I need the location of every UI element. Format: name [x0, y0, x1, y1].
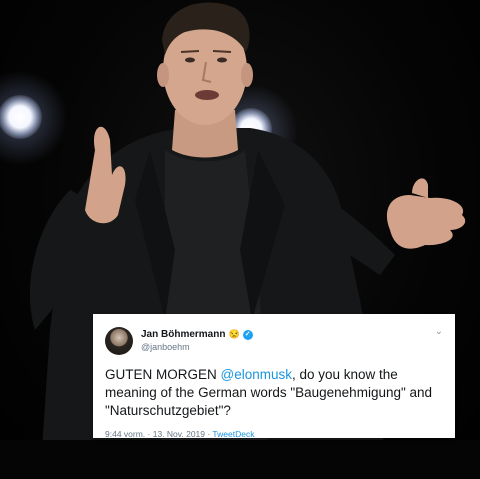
- tweet-date[interactable]: 13. Nov. 2019: [153, 429, 205, 439]
- photo-background: Jan Böhmermann 😒 ✓ @janboehm ⌄ GUTEN MOR…: [0, 0, 480, 479]
- tweet-time[interactable]: 9:44 vorm.: [105, 429, 145, 439]
- avatar[interactable]: [105, 327, 133, 355]
- tweet-text: GUTEN MORGEN @elonmusk, do you know the …: [105, 366, 443, 420]
- tweet-card[interactable]: Jan Böhmermann 😒 ✓ @janboehm ⌄ GUTEN MOR…: [93, 314, 455, 439]
- verified-badge-icon: ✓: [242, 329, 253, 340]
- mention-link[interactable]: @elonmusk: [221, 367, 292, 382]
- meta-separator: ·: [145, 429, 153, 439]
- display-name-row: Jan Böhmermann 😒 ✓: [141, 328, 253, 341]
- tweet-source-link[interactable]: TweetDeck: [212, 429, 254, 439]
- user-handle[interactable]: @janboehm: [141, 341, 253, 354]
- chevron-down-icon[interactable]: ⌄: [435, 326, 443, 337]
- tweet-text-before: GUTEN MORGEN: [105, 367, 221, 382]
- tweet-header: Jan Böhmermann 😒 ✓ @janboehm ⌄: [105, 324, 443, 358]
- unamused-emoji-icon: 😒: [228, 329, 240, 339]
- display-name[interactable]: Jan Böhmermann: [141, 328, 225, 341]
- tweet-author: Jan Böhmermann 😒 ✓ @janboehm: [141, 328, 253, 354]
- tweet-metadata: 9:44 vorm. · 13. Nov. 2019 · TweetDeck: [105, 429, 443, 439]
